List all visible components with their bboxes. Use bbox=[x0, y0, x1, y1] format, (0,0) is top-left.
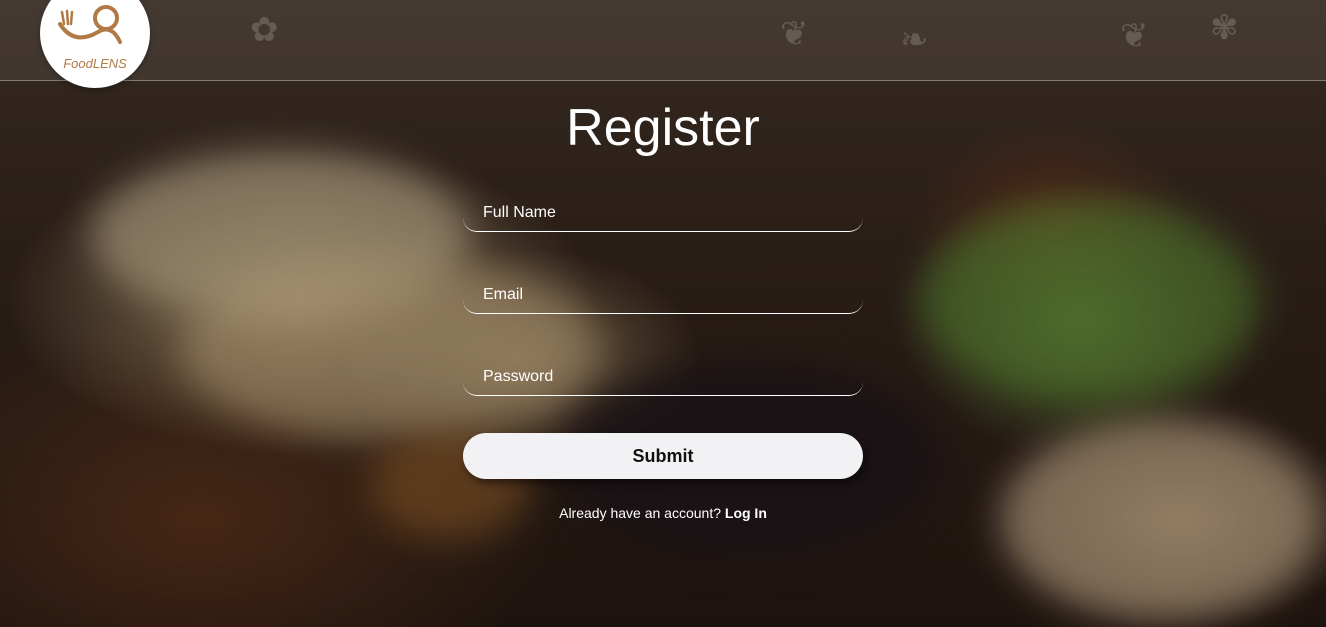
page-title: Register bbox=[566, 99, 760, 157]
password-input[interactable] bbox=[463, 362, 863, 392]
full-name-field[interactable] bbox=[463, 198, 863, 232]
herb-doodle-icon: ❦ bbox=[1120, 17, 1149, 55]
email-input[interactable] bbox=[463, 280, 863, 310]
submit-button[interactable]: Submit bbox=[463, 433, 863, 479]
herb-doodle-icon: ✾ bbox=[1210, 9, 1239, 47]
fork-spoon-icon bbox=[58, 5, 122, 44]
top-navbar: ✿ ❦ ❧ ❦ ✾ bbox=[0, 0, 1326, 81]
password-field[interactable] bbox=[463, 362, 863, 396]
herb-doodle-icon: ❧ bbox=[900, 21, 929, 59]
login-prompt: Already have an account? Log In bbox=[463, 505, 863, 521]
food-doodle-icon: ✿ bbox=[250, 11, 279, 49]
full-name-input[interactable] bbox=[463, 198, 863, 228]
login-link[interactable]: Log In bbox=[725, 505, 767, 521]
herb-doodle-icon: ❦ bbox=[780, 15, 809, 53]
email-field[interactable] bbox=[463, 280, 863, 314]
account-prompt-text: Already have an account? bbox=[559, 505, 721, 521]
logo-text: FoodLENS bbox=[63, 56, 127, 71]
